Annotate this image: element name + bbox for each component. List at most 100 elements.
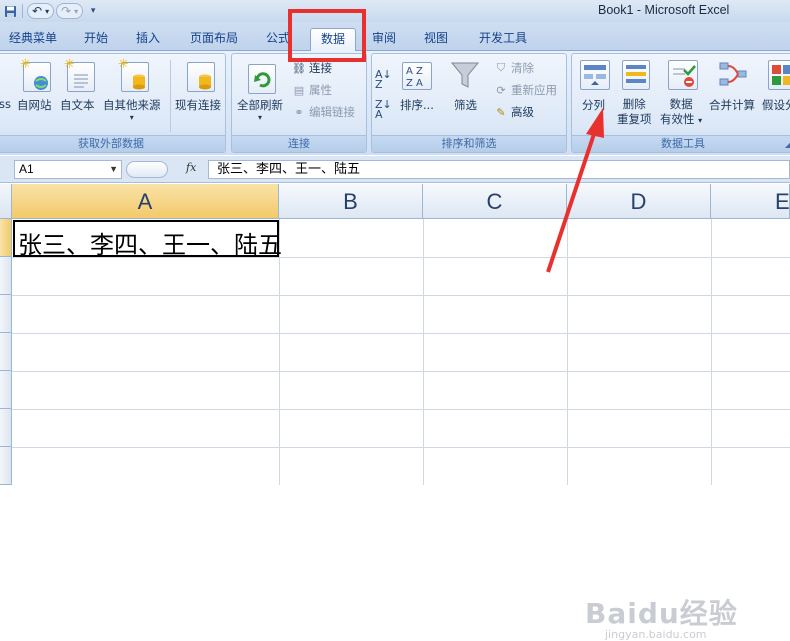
- what-if-analysis-icon: [768, 60, 790, 90]
- clear-filter-button[interactable]: ⛉ 清除: [494, 60, 534, 76]
- group-label: 获取外部数据: [0, 135, 225, 152]
- formula-cancel-enter-handle[interactable]: [126, 161, 168, 178]
- consolidate-button[interactable]: 合并计算: [709, 97, 755, 113]
- from-access-button[interactable]: ss: [0, 97, 11, 111]
- row-header[interactable]: [0, 371, 12, 409]
- advanced-filter-icon: ✎: [496, 105, 506, 119]
- name-box[interactable]: A1 ▼: [14, 160, 122, 179]
- from-web-button[interactable]: 自网站: [17, 97, 52, 113]
- chevron-down-icon: ▾: [698, 116, 703, 125]
- tab-page-layout[interactable]: 页面布局: [184, 28, 244, 51]
- existing-connections-icon: [187, 62, 215, 92]
- group-label: 排序和筛选: [372, 135, 566, 152]
- dialog-launcher-icon[interactable]: ◢: [785, 140, 790, 149]
- filter-button[interactable]: 筛选: [454, 97, 477, 113]
- data-validation-icon: [668, 60, 698, 90]
- baidu-watermark: Baidu经验 jingyan.baidu.com: [585, 592, 738, 641]
- refresh-all-icon: [248, 64, 276, 94]
- from-text-button[interactable]: 自文本: [60, 97, 95, 113]
- insert-function-icon[interactable]: fx: [186, 161, 196, 174]
- column-header-c[interactable]: C: [423, 184, 567, 219]
- sort-button[interactable]: 排序...: [400, 97, 434, 113]
- group-get-external-data: ss ✳ 自网站 ✳ 自文本 ✳ 自其他来源 ▾ 现有连接 获取外部数据: [0, 53, 226, 153]
- redo-icon: ↷: [61, 4, 72, 18]
- row-header[interactable]: [0, 219, 12, 257]
- remove-duplicates-label-2: 重复项: [617, 112, 652, 126]
- reapply-button[interactable]: ⟳ 重新应用: [494, 82, 557, 98]
- group-label: 数据工具: [572, 135, 790, 152]
- existing-connections-button[interactable]: 现有连接: [175, 97, 221, 113]
- text-to-columns-button[interactable]: 分列: [582, 97, 605, 113]
- group-sort-filter: A↓ Z Z↓ A A ZZ A 排序... 筛选 ⛉ 清除 ⟳ 重新应用 ✎ 高级 排序…: [371, 53, 567, 153]
- edit-links-label: 编辑链接: [309, 105, 355, 119]
- clear-filter-icon: ⛉: [496, 61, 506, 74]
- undo-button[interactable]: ↶ ▾: [27, 3, 55, 19]
- chevron-down-icon[interactable]: ▼: [109, 161, 118, 178]
- gridline: [12, 371, 790, 372]
- edit-links-button[interactable]: ⚭ 编辑链接: [292, 104, 355, 120]
- customize-toolbar-icon[interactable]: ▾: [85, 3, 101, 19]
- column-header-e[interactable]: E: [711, 184, 790, 219]
- chevron-down-icon: ▾: [74, 6, 79, 16]
- highlight-box: [288, 9, 366, 62]
- row-header[interactable]: [0, 257, 12, 295]
- reapply-icon: ⟳: [496, 83, 506, 97]
- column-header-a[interactable]: A: [12, 184, 279, 219]
- chevron-down-icon: ▾: [45, 6, 50, 16]
- column-header-b[interactable]: B: [279, 184, 423, 219]
- data-validation-button[interactable]: 数据 有效性 ▾: [660, 97, 702, 128]
- tab-insert[interactable]: 插入: [128, 28, 168, 51]
- gridline: [711, 219, 712, 485]
- row-header[interactable]: [0, 295, 12, 333]
- what-if-analysis-button[interactable]: 假设分: [762, 97, 790, 113]
- refresh-all-button[interactable]: 全部刷新 ▾: [237, 97, 283, 122]
- properties-button[interactable]: ▤ 属性: [292, 82, 332, 98]
- from-text-icon: ✳: [64, 57, 95, 92]
- row-header[interactable]: [0, 333, 12, 371]
- from-other-sources-label: 自其他来源: [103, 98, 161, 112]
- text-to-columns-icon: [580, 60, 610, 90]
- gridline: [12, 409, 790, 410]
- remove-duplicates-button[interactable]: 删除 重复项: [617, 97, 652, 127]
- group-divider: [170, 60, 171, 132]
- row-header[interactable]: [0, 409, 12, 447]
- gridline: [12, 333, 790, 334]
- column-header-d[interactable]: D: [567, 184, 711, 219]
- chevron-down-icon: ▾: [129, 113, 134, 122]
- row-header[interactable]: [0, 447, 12, 485]
- ribbon-tabs: 经典菜单 开始 插入 页面布局 公式 数据 审阅 视图 开发工具: [0, 22, 790, 51]
- properties-label: 属性: [309, 83, 332, 97]
- link-icon: ⚭: [294, 105, 304, 119]
- tab-home[interactable]: 开始: [76, 28, 116, 51]
- from-other-sources-button[interactable]: 自其他来源 ▾: [103, 97, 161, 122]
- tab-view[interactable]: 视图: [416, 28, 456, 51]
- advanced-filter-button[interactable]: ✎ 高级: [494, 104, 534, 120]
- save-icon[interactable]: [2, 3, 18, 19]
- filter-icon: [450, 60, 480, 90]
- tab-developer[interactable]: 开发工具: [470, 28, 536, 51]
- connections-button[interactable]: ⛓ 连接: [292, 60, 332, 76]
- formula-input[interactable]: 张三、李四、王一、陆五: [208, 160, 790, 179]
- gridline: [423, 219, 424, 485]
- remove-duplicates-label-1: 删除: [622, 97, 646, 111]
- consolidate-icon: [718, 60, 748, 90]
- tab-review[interactable]: 审阅: [364, 28, 404, 51]
- data-validation-label-2: 有效性: [660, 112, 695, 126]
- connections-label: 连接: [309, 61, 332, 75]
- redo-button[interactable]: ↷ ▾: [56, 3, 84, 19]
- advanced-label: 高级: [511, 105, 534, 119]
- sort-za-icon: Z↓ A: [375, 98, 392, 121]
- data-validation-label-1: 数据: [669, 97, 693, 111]
- group-data-tools: 分列 删除 重复项 数据 有效性 ▾ 合并计算 假设分 数据工具 ◢: [571, 53, 790, 153]
- group-label: 连接: [232, 135, 366, 152]
- cell-a1-value: 张三、李四、王一、陆五: [18, 231, 282, 259]
- connections-icon: ⛓: [292, 61, 306, 75]
- sort-az-button[interactable]: A↓ Z: [375, 68, 392, 91]
- tab-classic-menu[interactable]: 经典菜单: [6, 28, 60, 51]
- sort-za-button[interactable]: Z↓ A: [375, 98, 392, 121]
- formula-controls: fx: [126, 160, 206, 179]
- sort-az-icon: A↓ Z: [375, 68, 392, 91]
- from-other-sources-icon: ✳: [118, 57, 149, 92]
- chevron-down-icon: ▾: [257, 113, 262, 122]
- select-all-corner[interactable]: [0, 184, 12, 219]
